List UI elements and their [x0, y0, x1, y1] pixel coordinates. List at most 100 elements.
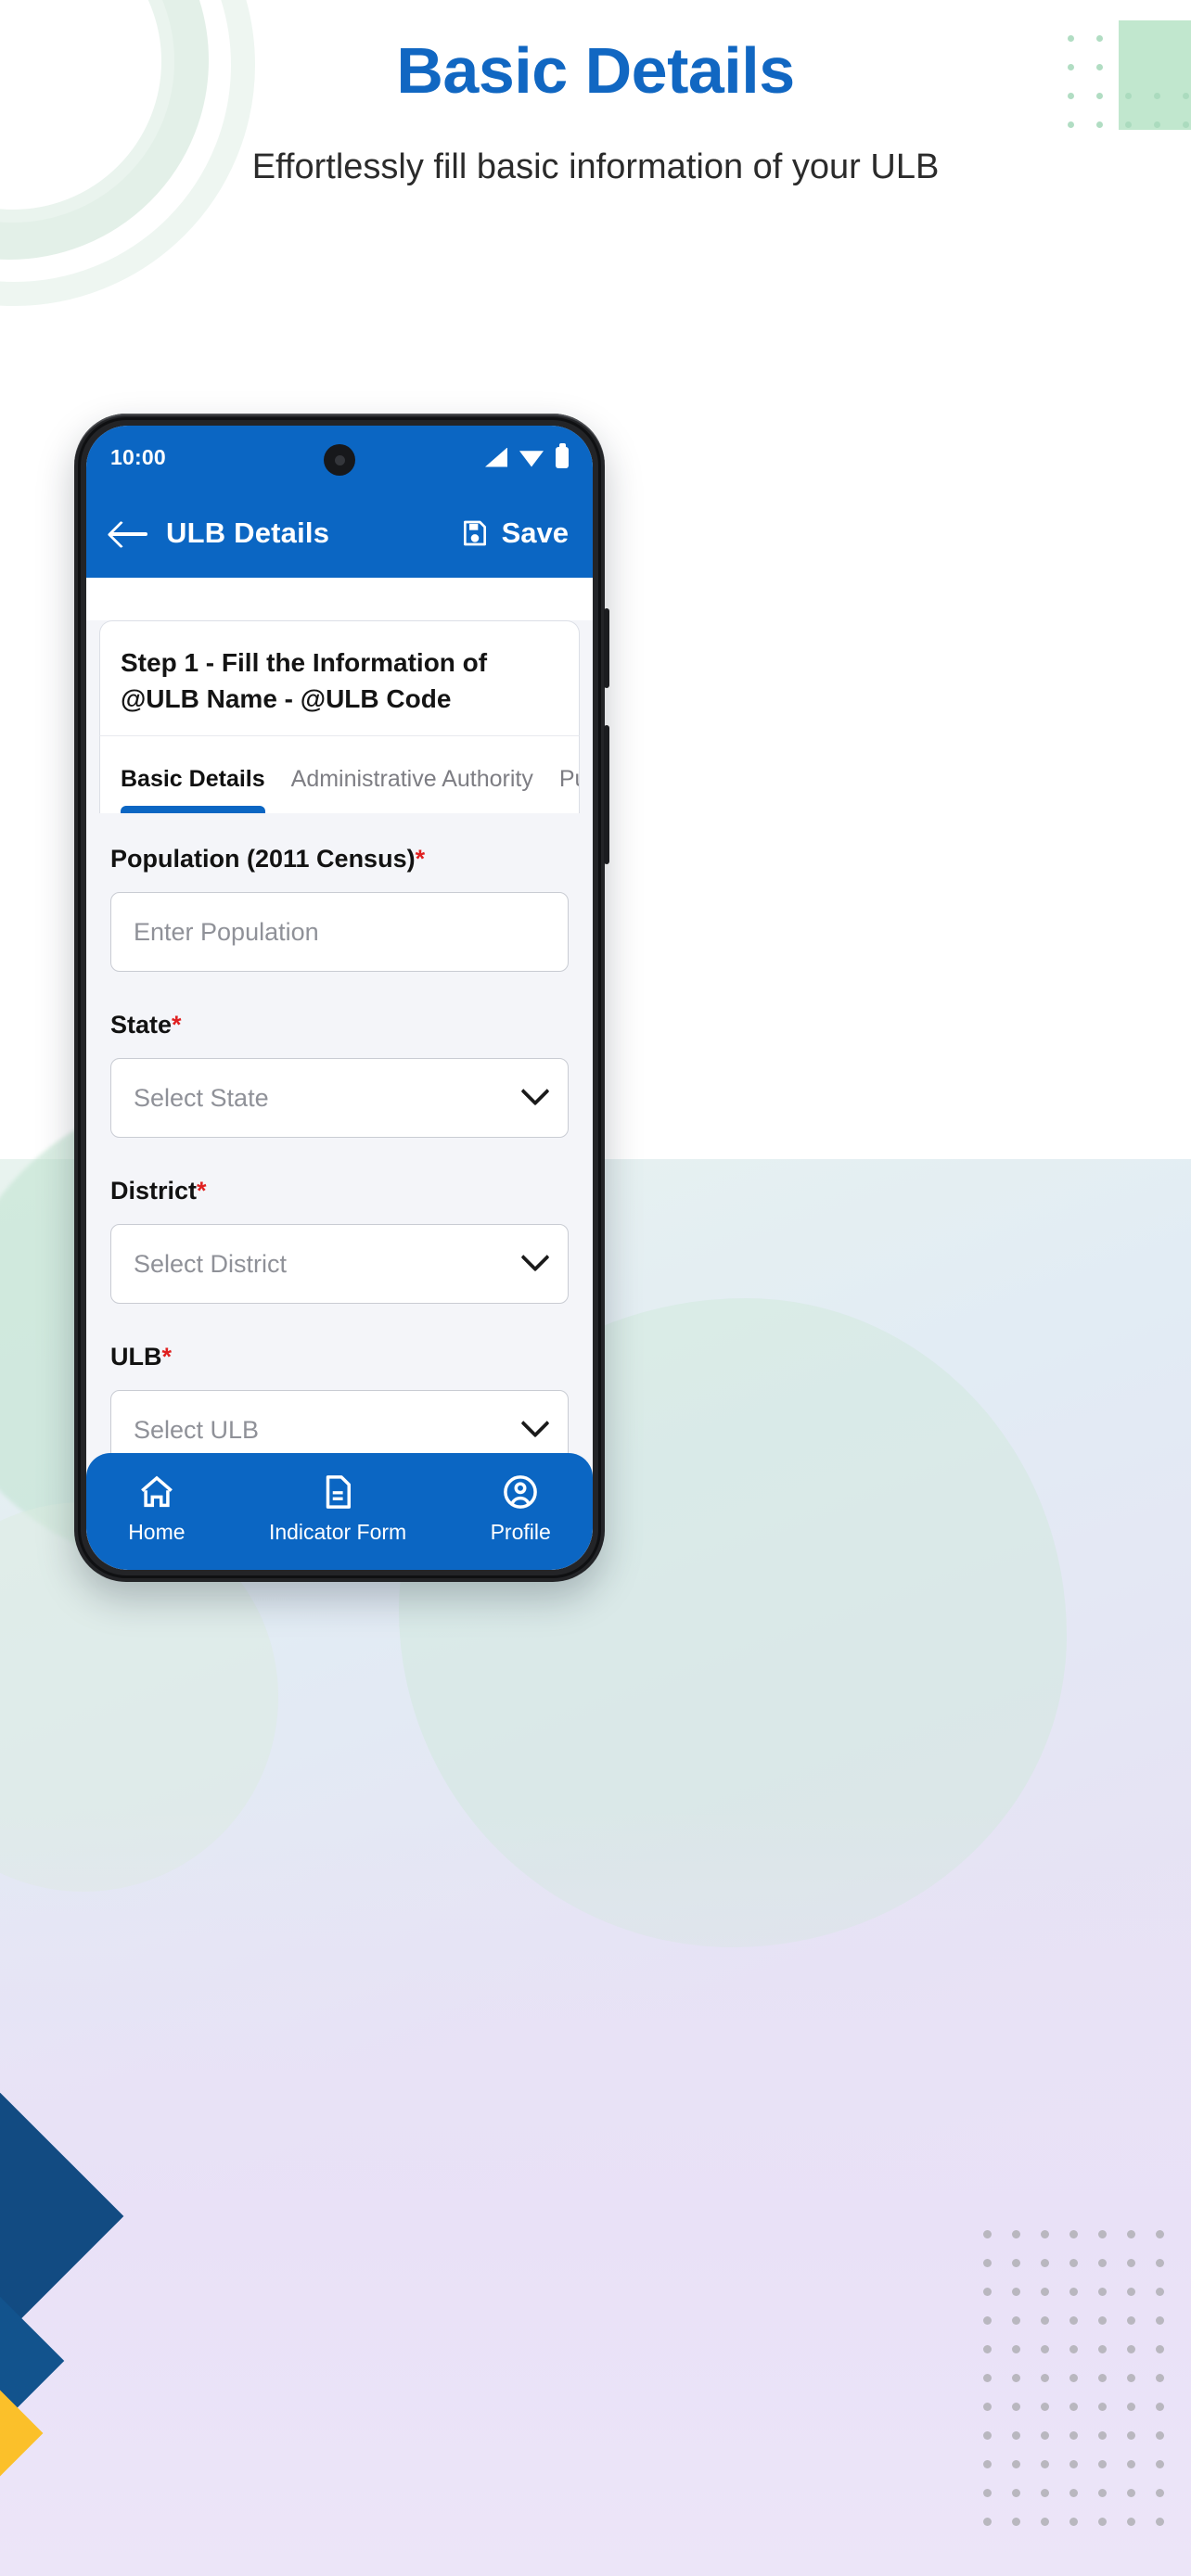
tab-administrative-authority[interactable]: Administrative Authority: [291, 736, 533, 813]
field-label-text: Population (2011 Census): [110, 845, 416, 874]
select-state[interactable]: Select State: [110, 1058, 569, 1139]
decor-dot: [1012, 2230, 1020, 2238]
tab-active-indicator: [559, 806, 579, 813]
decor-dot: [1069, 2460, 1078, 2468]
decor-dot: [1156, 2374, 1164, 2382]
tab-basic-details[interactable]: Basic Details: [121, 736, 265, 814]
back-arrow-icon[interactable]: [110, 519, 149, 547]
form-field-ulb: ULB* Select ULB: [110, 1343, 569, 1471]
decor-dot: [1041, 2518, 1049, 2526]
decor-dot: [1069, 2316, 1078, 2325]
required-marker: *: [415, 845, 426, 874]
form-field-district: District* Select District: [110, 1177, 569, 1305]
decor-dot: [1012, 2288, 1020, 2296]
decor-dot: [1069, 2374, 1078, 2382]
decor-dot: [1041, 2259, 1049, 2267]
status-bar: 10:00: [86, 426, 593, 489]
battery-icon: [556, 442, 569, 468]
phone-side-button-volume: [604, 608, 609, 688]
decor-dot: [1156, 2259, 1164, 2267]
decor-dot: [1098, 2489, 1107, 2497]
step-header-card: Step 1 - Fill the Information of @ULB Na…: [99, 620, 580, 736]
page-title: Basic Details: [396, 34, 795, 107]
decor-dot: [1156, 2460, 1164, 2468]
wifi-icon: [519, 451, 544, 467]
form-body: Population (2011 Census)* Enter Populatio…: [86, 813, 593, 1471]
decor-dot: [1069, 2518, 1078, 2526]
tab-active-indicator: [121, 806, 265, 814]
decor-dot: [1156, 2316, 1164, 2325]
field-label: ULB*: [110, 1343, 569, 1371]
decor-dot: [1069, 2431, 1078, 2440]
app-bar-title: ULB Details: [166, 516, 330, 549]
tab-publ[interactable]: Publ: [558, 736, 579, 813]
home-icon: [137, 1473, 176, 1511]
tab-bar: Basic Details Administrative Authority Pub…: [99, 735, 580, 814]
decor-dot: [1069, 2403, 1078, 2411]
decor-dot: [983, 2374, 992, 2382]
decor-dot: [1012, 2345, 1020, 2353]
app-bar-spacer: [86, 578, 593, 620]
decor-dot: [1098, 2288, 1107, 2296]
decor-dot: [1156, 2518, 1164, 2526]
decor-dot: [1069, 2489, 1078, 2497]
field-label-text: District: [110, 1177, 198, 1205]
nav-item-label: Indicator Form: [268, 1520, 407, 1544]
status-bar-time: 10:00: [110, 444, 166, 469]
decor-dot: [1098, 2403, 1107, 2411]
decor-dot: [1012, 2259, 1020, 2267]
placeholder-text: Select District: [134, 1249, 288, 1278]
select-district[interactable]: Select District: [110, 1224, 569, 1305]
chevron-down-icon: [520, 1077, 550, 1106]
decor-dot: [1156, 2230, 1164, 2238]
decor-dot: [1069, 2288, 1078, 2296]
placeholder-text: Select ULB: [134, 1415, 260, 1444]
nav-item-label: Profile: [490, 1520, 551, 1544]
decor-dot: [1127, 2460, 1135, 2468]
input-population-2011-census[interactable]: Enter Population: [110, 892, 569, 973]
decor-dot: [1012, 2374, 1020, 2382]
decor-dot: [1098, 2345, 1107, 2353]
nav-item-profile[interactable]: Profile: [491, 1473, 551, 1545]
tab-label: Publ: [558, 766, 579, 793]
decor-dot: [1098, 2431, 1107, 2440]
nav-item-home[interactable]: Home: [128, 1473, 186, 1545]
decor-dot: [983, 2489, 992, 2497]
field-label: District*: [110, 1177, 569, 1205]
decor-dot: [1156, 2403, 1164, 2411]
decor-dot: [983, 2431, 992, 2440]
decor-dot: [1041, 2431, 1049, 2440]
decor-dot: [1127, 2374, 1135, 2382]
decor-dot: [1041, 2374, 1049, 2382]
save-button[interactable]: Save: [460, 516, 569, 550]
decor-dot: [1098, 2518, 1107, 2526]
decor-dot: [1041, 2288, 1049, 2296]
decor-dot: [1069, 2230, 1078, 2238]
decor-dot: [1127, 2403, 1135, 2411]
chevron-down-icon: [520, 1409, 550, 1438]
decor-dot: [1041, 2403, 1049, 2411]
save-disk-icon: [463, 520, 486, 546]
phone-side-button-power: [604, 725, 609, 864]
decor-dot: [983, 2403, 992, 2411]
bottom-navigation-bar: Home Indicator Form Profile: [86, 1453, 593, 1570]
required-marker: *: [172, 1011, 182, 1039]
decor-dot: [983, 2259, 992, 2267]
decor-dot: [1012, 2316, 1020, 2325]
decor-dot: [1041, 2345, 1049, 2353]
decor-dot: [1012, 2518, 1020, 2526]
placeholder-text: Enter Population: [134, 917, 319, 946]
phone-mockup: 10:00 ULB Details Save Step 1 - Fill the…: [74, 414, 609, 1582]
tab-active-indicator: [291, 806, 533, 813]
signal-icon: [485, 447, 507, 467]
required-marker: *: [161, 1343, 173, 1371]
hero-section: Basic Details Effortlessly fill basic in…: [0, 0, 1191, 190]
nav-item-indicator-form[interactable]: Indicator Form: [269, 1473, 406, 1545]
decor-dot: [1127, 2316, 1135, 2325]
decor-dot: [1098, 2230, 1107, 2238]
decor-dot: [1041, 2489, 1049, 2497]
decor-dot: [1012, 2431, 1020, 2440]
decor-dot: [1041, 2316, 1049, 2325]
placeholder-text: Select State: [134, 1083, 269, 1112]
phone-screen: 10:00 ULB Details Save Step 1 - Fill the…: [86, 426, 593, 1570]
